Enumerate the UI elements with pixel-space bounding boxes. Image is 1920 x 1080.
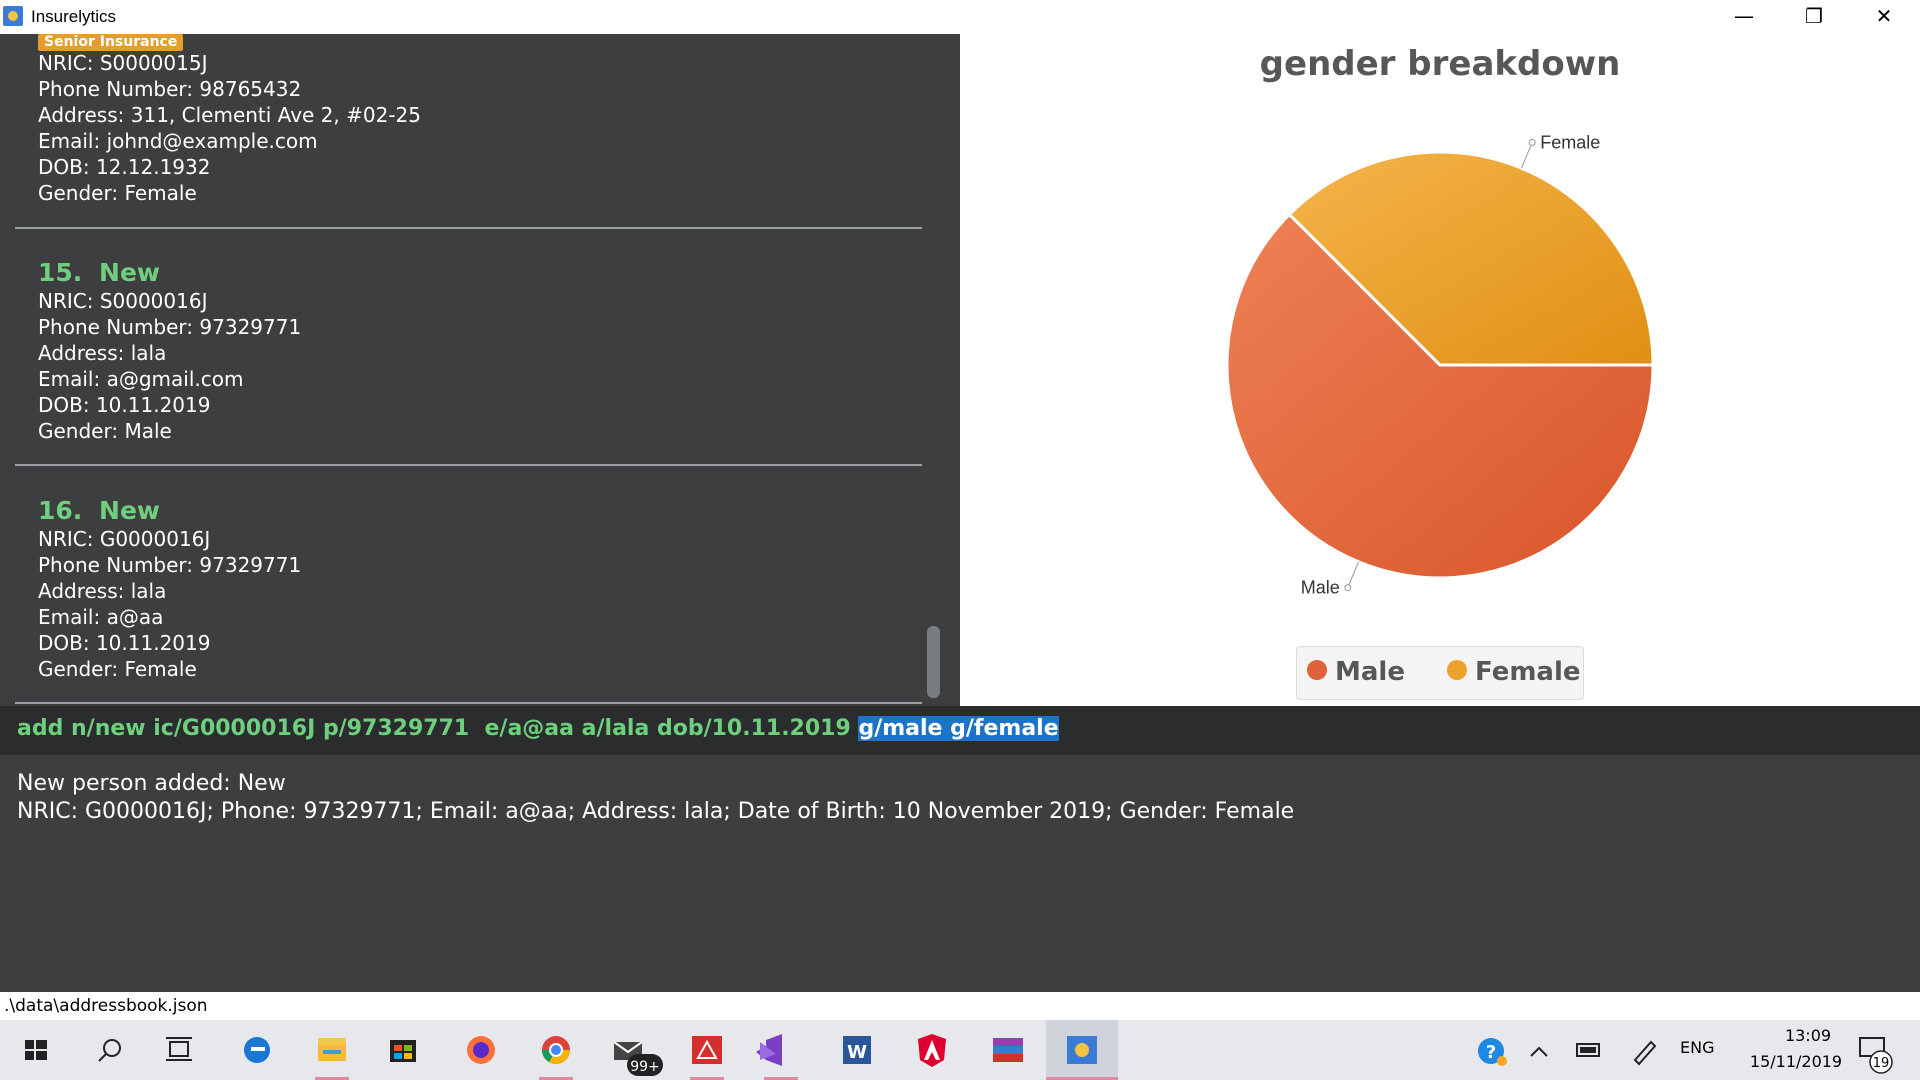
pie-chart: Male Female — [1225, 132, 1655, 598]
clock-date[interactable]: 15/11/2019 — [1734, 1052, 1858, 1071]
clock-time[interactable]: 13:09 — [1758, 1026, 1858, 1045]
status-bar: .\data\addressbook.json — [0, 992, 1920, 1020]
email-field: Email: a@aa — [38, 605, 164, 629]
minimize-button[interactable]: — — [1710, 0, 1778, 34]
legend-item-female: Female — [1447, 657, 1581, 687]
dob-field: DOB: 12.12.1932 — [38, 155, 211, 179]
person-index: 16. — [38, 496, 83, 525]
email-field: Email: a@gmail.com — [38, 367, 244, 391]
gender-field: Gender: Female — [38, 657, 197, 681]
address-field: Address: lala — [38, 579, 167, 603]
pie-leader-dot — [1344, 584, 1352, 592]
gender-field: Gender: Female — [38, 181, 197, 205]
person-card[interactable]: 15. New NRIC: S0000016J Phone Number: 97… — [15, 252, 922, 466]
store-icon[interactable] — [390, 1040, 416, 1062]
phone-field: Phone Number: 97329771 — [38, 315, 302, 339]
result-display: New person added: New NRIC: G0000016J; P… — [0, 754, 1920, 993]
svg-text:?: ? — [1486, 1042, 1496, 1063]
person-name: New — [99, 258, 160, 287]
person-card[interactable]: Senior Insurance NRIC: S0000015J Phone N… — [15, 34, 922, 229]
legend-dot-male — [1307, 659, 1327, 680]
command-box[interactable]: add n/new ic/G0000016J p/97329771 e/a@aa… — [0, 706, 1920, 754]
legend-label-female: Female — [1475, 657, 1581, 687]
email-field: Email: johnd@example.com — [38, 129, 318, 153]
chart-panel: gender breakdown Male Female Male Female — [960, 34, 1920, 706]
acrobat-icon[interactable] — [692, 1036, 722, 1064]
help-icon[interactable]: ? — [1478, 1038, 1507, 1066]
person-list-panel[interactable]: Senior Insurance NRIC: S0000015J Phone N… — [0, 34, 960, 706]
nric-field: NRIC: S0000015J — [38, 51, 208, 75]
pie-label-male: Male — [1301, 578, 1340, 598]
chrome-icon[interactable] — [542, 1036, 570, 1064]
language-indicator[interactable]: ENG — [1680, 1038, 1714, 1057]
gender-field: Gender: Male — [38, 419, 172, 443]
word-icon[interactable]: W — [843, 1036, 871, 1064]
svg-text:W: W — [847, 1042, 867, 1063]
maximize-button[interactable]: ❐ — [1780, 0, 1848, 34]
result-line: NRIC: G0000016J; Phone: 97329771; Email:… — [17, 799, 1295, 824]
windows-start-icon[interactable] — [25, 1040, 47, 1060]
title-bar: Insurelytics — ❐ ✕ — [0, 0, 1920, 34]
phone-field: Phone Number: 97329771 — [38, 553, 302, 577]
address-field: Address: lala — [38, 341, 167, 365]
task-view-icon[interactable] — [166, 1037, 192, 1061]
insurelytics-taskbar-icon[interactable] — [1067, 1036, 1097, 1064]
person-card[interactable]: 16. New NRIC: G0000016J Phone Number: 97… — [15, 490, 922, 704]
person-name: New — [99, 496, 160, 525]
command-selected-text: g/male g/female — [858, 716, 1059, 741]
search-icon[interactable] — [98, 1039, 121, 1062]
winrar-icon[interactable] — [993, 1038, 1023, 1062]
pie-label-female: Female — [1540, 132, 1600, 152]
pen-icon[interactable] — [1633, 1040, 1657, 1066]
firefox-icon[interactable] — [467, 1036, 495, 1064]
visual-studio-icon[interactable] — [756, 1034, 782, 1066]
file-explorer-icon[interactable] — [318, 1038, 346, 1061]
address-field: Address: 311, Clementi Ave 2, #02-25 — [38, 103, 421, 127]
legend-label-male: Male — [1335, 657, 1405, 687]
notification-count: 19 — [1873, 1056, 1890, 1071]
dob-field: DOB: 10.11.2019 — [38, 631, 211, 655]
app-icon — [3, 6, 23, 26]
list-scrollbar[interactable] — [927, 626, 940, 698]
angular-icon[interactable] — [918, 1034, 946, 1067]
pie-leader-line — [1521, 142, 1533, 169]
phone-field: Phone Number: 98765432 — [38, 77, 302, 101]
legend-dot-female — [1447, 659, 1467, 680]
chart-legend: Male Female — [1296, 646, 1584, 700]
pie-leader-line — [1347, 561, 1359, 588]
battery-icon[interactable] — [1576, 1043, 1600, 1057]
close-button[interactable]: ✕ — [1850, 0, 1918, 34]
taskbar: 99+ W ? 19 ENG 13:09 15/11/2019 — [0, 1020, 1920, 1080]
edge-icon[interactable] — [244, 1037, 270, 1063]
person-index: 15. — [38, 258, 83, 287]
dob-field: DOB: 10.11.2019 — [38, 393, 211, 417]
nric-field: NRIC: S0000016J — [38, 289, 208, 313]
pie-leader-dot — [1528, 138, 1536, 146]
nric-field: NRIC: G0000016J — [38, 527, 211, 551]
policy-tag: Senior Insurance — [38, 34, 184, 51]
window-title: Insurelytics — [31, 7, 117, 26]
save-location: .\data\addressbook.json — [4, 996, 208, 1016]
result-line: New person added: New — [17, 771, 286, 796]
chevron-up-icon[interactable] — [1530, 1046, 1548, 1057]
legend-item-male: Male — [1307, 657, 1405, 687]
command-input[interactable]: add n/new ic/G0000016J p/97329771 e/a@aa… — [17, 716, 1059, 741]
mail-badge: 99+ — [630, 1059, 660, 1075]
command-text: add n/new ic/G0000016J p/97329771 e/a@aa… — [17, 716, 859, 741]
